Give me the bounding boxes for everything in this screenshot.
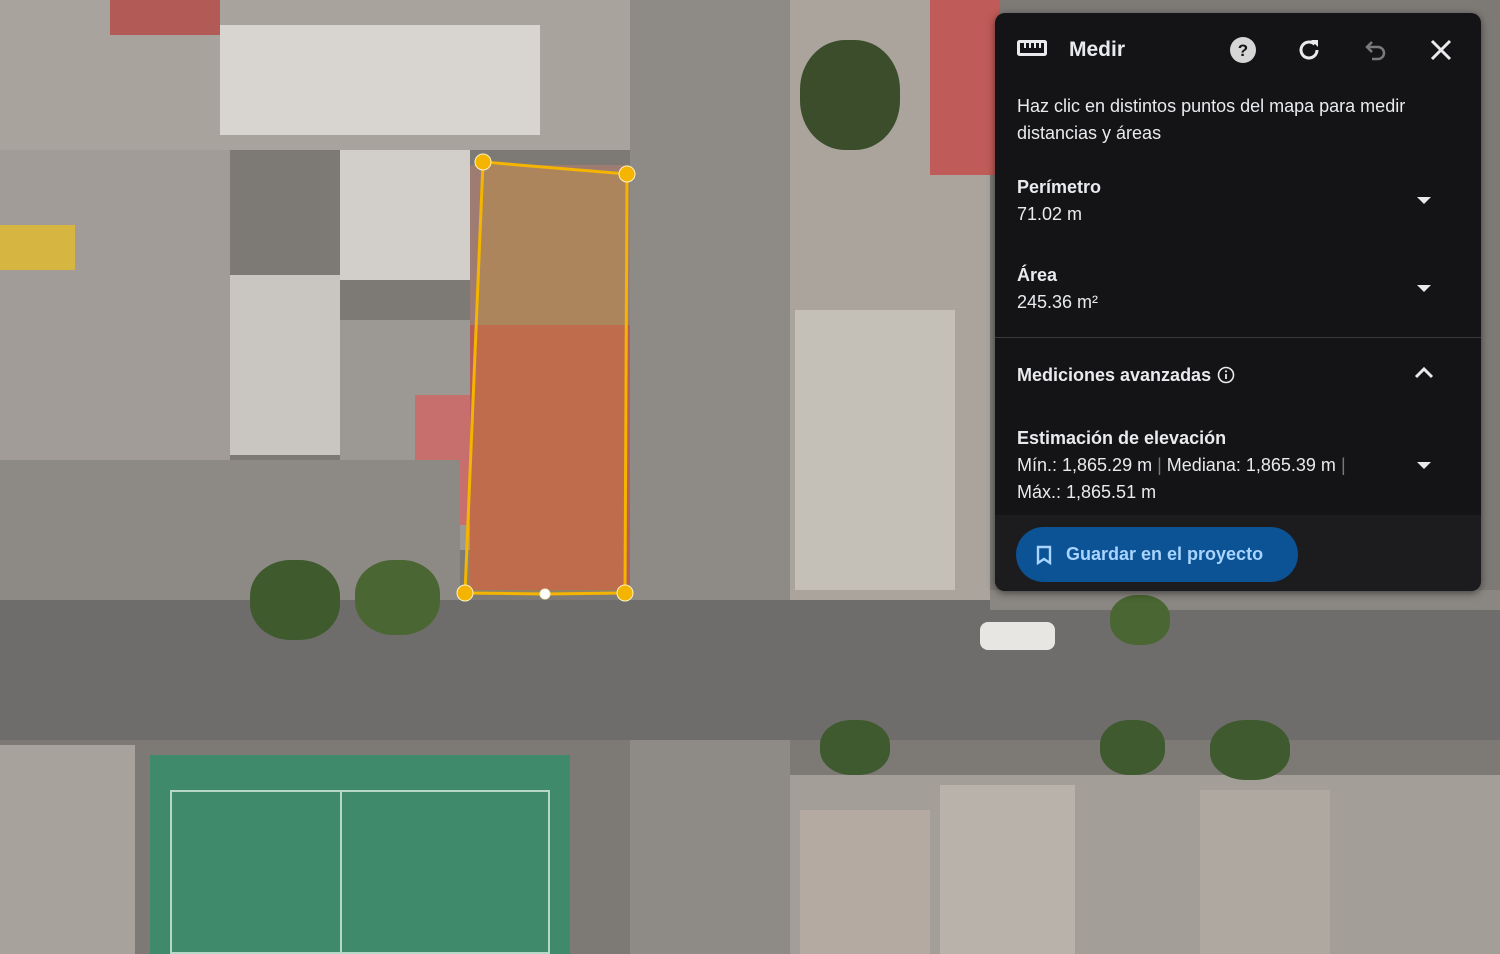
reset-icon[interactable] bbox=[1289, 30, 1329, 70]
advanced-measurements-header[interactable]: Mediciones avanzadas bbox=[995, 338, 1481, 412]
vertex-handle[interactable] bbox=[456, 584, 474, 602]
measure-panel: Medir ? Haz clic en distintos puntos del… bbox=[995, 13, 1481, 591]
elevation-row[interactable]: Estimación de elevación Mín.: 1,865.29 m… bbox=[995, 424, 1481, 506]
elevation-max: Máx.: 1,865.51 m bbox=[1017, 482, 1157, 502]
chevron-down-icon[interactable] bbox=[1417, 196, 1431, 204]
vertex-handle[interactable] bbox=[474, 153, 492, 171]
panel-footer: Guardar en el proyecto bbox=[995, 515, 1481, 591]
vertex-handle[interactable] bbox=[616, 584, 634, 602]
perimeter-value: 71.02 m bbox=[1017, 203, 1083, 224]
panel-header: Medir ? bbox=[995, 13, 1481, 87]
save-label: Guardar en el proyecto bbox=[1066, 544, 1264, 564]
info-icon[interactable] bbox=[1217, 366, 1235, 384]
save-to-project-button[interactable]: Guardar en el proyecto bbox=[1016, 527, 1298, 582]
instructions-text: Haz clic en distintos puntos del mapa pa… bbox=[1017, 96, 1406, 143]
advanced-label: Mediciones avanzadas bbox=[1017, 365, 1212, 385]
perimeter-row[interactable]: Perímetro 71.02 m bbox=[995, 163, 1481, 237]
chevron-down-icon[interactable] bbox=[1417, 284, 1431, 292]
area-label: Área bbox=[1017, 264, 1058, 285]
elevation-label: Estimación de elevación bbox=[1017, 428, 1227, 448]
area-value: 245.36 m² bbox=[1017, 291, 1099, 312]
chevron-down-icon[interactable] bbox=[1417, 461, 1431, 469]
vertex-handle[interactable] bbox=[618, 165, 636, 183]
bookmark-icon bbox=[1036, 545, 1052, 565]
area-row[interactable]: Área 245.36 m² bbox=[995, 251, 1481, 325]
separator: | bbox=[1340, 455, 1346, 475]
elevation-median: Mediana: 1,865.39 m bbox=[1166, 455, 1336, 475]
elevation-min: Mín.: 1,865.29 m bbox=[1017, 455, 1153, 475]
panel-title: Medir bbox=[1069, 38, 1126, 61]
close-icon[interactable] bbox=[1421, 30, 1461, 70]
undo-icon[interactable] bbox=[1355, 30, 1395, 70]
svg-text:?: ? bbox=[1238, 41, 1248, 60]
perimeter-label: Perímetro bbox=[1017, 176, 1102, 197]
help-icon[interactable]: ? bbox=[1223, 30, 1263, 70]
ruler-icon bbox=[1017, 39, 1047, 61]
midpoint-handle[interactable] bbox=[539, 588, 551, 600]
chevron-up-icon[interactable] bbox=[1414, 366, 1434, 384]
separator: | bbox=[1157, 455, 1162, 475]
